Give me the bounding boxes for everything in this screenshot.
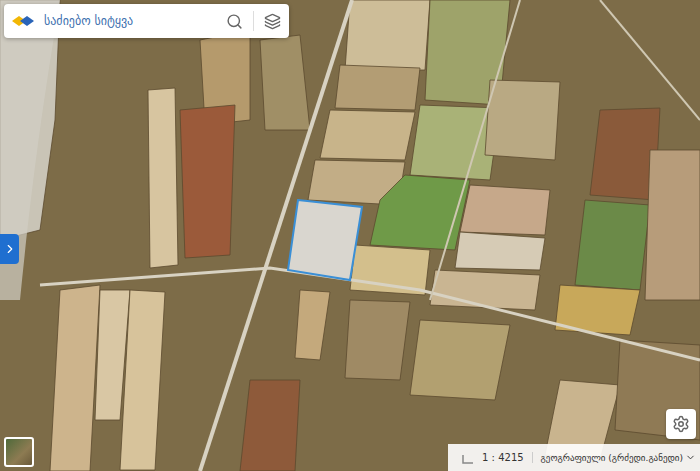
field-parcel <box>335 65 420 110</box>
field-parcel <box>320 110 415 160</box>
scale-icon <box>462 452 474 464</box>
field-parcel <box>455 232 545 270</box>
field-parcel <box>460 185 550 235</box>
search-box <box>4 4 289 38</box>
field-parcel <box>148 88 178 268</box>
sidebar-toggle[interactable] <box>0 234 19 264</box>
field-parcel <box>430 270 540 310</box>
search-button[interactable] <box>224 11 245 32</box>
field-parcel <box>575 200 650 290</box>
field-parcel <box>345 300 410 380</box>
gear-icon <box>672 415 690 433</box>
chevron-down-icon <box>685 452 696 463</box>
projection-select[interactable]: გეოგრაფიული (გრძედი.განედი) <box>532 452 696 463</box>
satellite-map[interactable] <box>0 0 700 471</box>
track <box>430 0 520 300</box>
search-input[interactable] <box>42 13 216 29</box>
divider <box>253 11 254 31</box>
track <box>600 0 700 120</box>
field-parcel <box>615 340 700 440</box>
basemap-toggle[interactable] <box>4 437 34 467</box>
field-parcel <box>645 150 700 300</box>
status-bar: 1 : 4215 გეოგრაფიული (გრძედი.განედი) <box>448 444 700 471</box>
search-icon <box>226 13 243 30</box>
field-parcel <box>485 80 560 160</box>
field-parcel <box>295 290 330 360</box>
settings-button[interactable] <box>666 409 696 439</box>
field-parcel <box>370 175 470 250</box>
napr-logo-icon <box>12 14 34 28</box>
field-parcel <box>345 0 430 70</box>
map-viewer: 1 : 4215 გეოგრაფიული (გრძედი.განედი) <box>0 0 700 471</box>
field-parcel <box>260 35 310 130</box>
layers-button[interactable] <box>262 11 283 32</box>
field-parcel <box>350 245 430 295</box>
field-parcel <box>180 105 235 258</box>
scale-label: 1 : 4215 <box>482 452 524 463</box>
side-road <box>40 268 700 360</box>
selected-parcel[interactable] <box>288 200 362 280</box>
field-parcel <box>410 320 510 400</box>
field-parcel <box>120 290 165 470</box>
field-parcel <box>50 285 100 471</box>
river-bed <box>0 0 60 300</box>
layers-icon <box>264 13 281 30</box>
field-parcel <box>240 380 300 471</box>
chevron-right-icon <box>3 242 17 256</box>
